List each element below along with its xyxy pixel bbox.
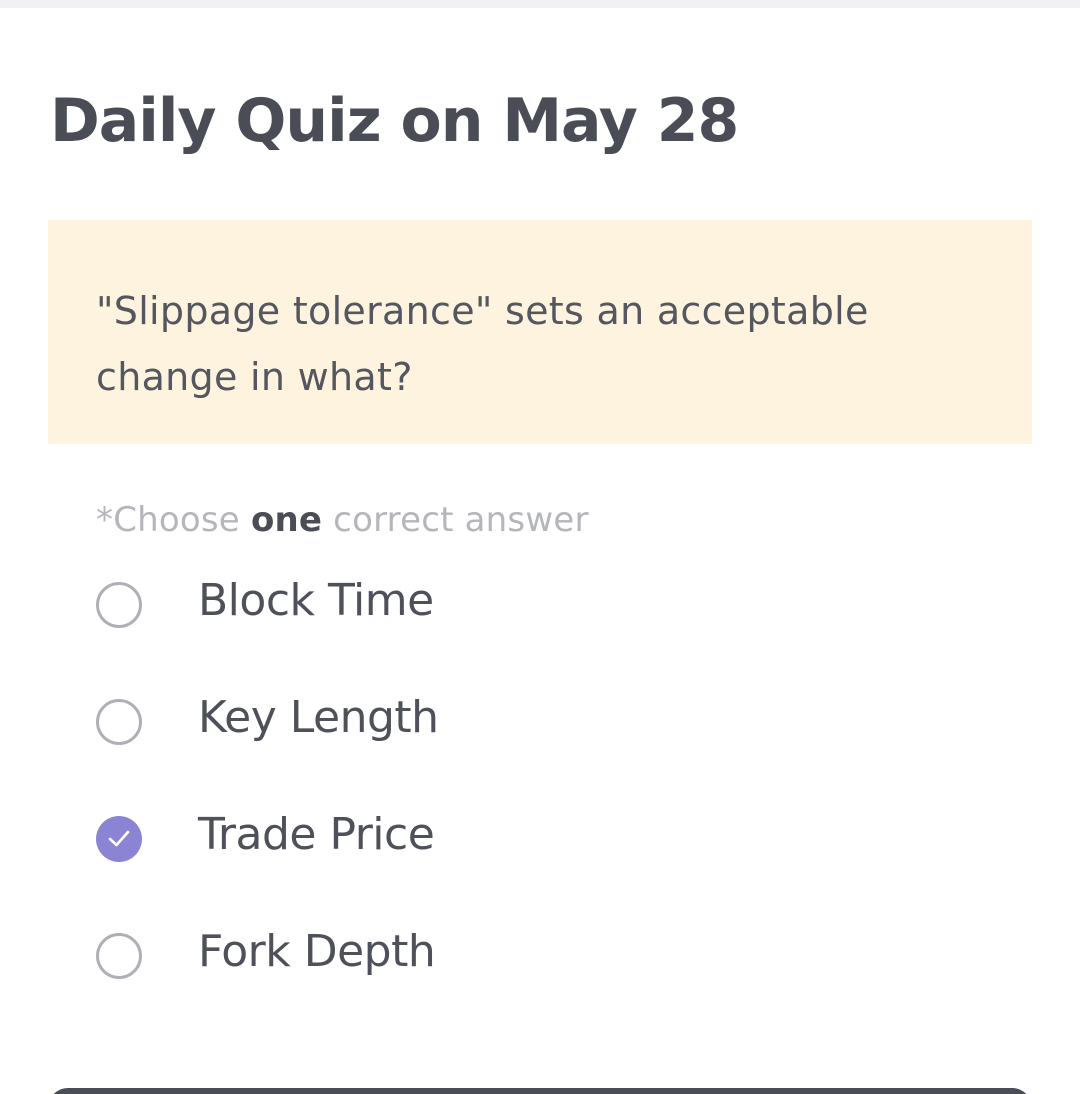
- page-title: Daily Quiz on May 28: [50, 86, 739, 156]
- check-icon: [108, 830, 130, 847]
- submit-button[interactable]: [48, 1088, 1032, 1094]
- option-trade-price[interactable]: Trade Price: [96, 799, 996, 916]
- question-card: "Slippage tolerance" sets an acceptable …: [48, 220, 1032, 444]
- option-label: Trade Price: [198, 809, 435, 860]
- instruction-emphasis: one: [250, 500, 323, 540]
- instruction-suffix: correct answer: [322, 500, 589, 540]
- option-key-length[interactable]: Key Length: [96, 682, 996, 799]
- quiz-page: Daily Quiz on May 28 "Slippage tolerance…: [0, 0, 1080, 1094]
- option-block-time[interactable]: Block Time: [96, 565, 996, 682]
- radio-button-selected[interactable]: [96, 816, 142, 862]
- answer-instruction: *Choose one correct answer: [96, 500, 589, 540]
- answer-options: Block Time Key Length Trade Price Fork D…: [96, 565, 996, 1033]
- radio-button[interactable]: [96, 582, 142, 628]
- option-fork-depth[interactable]: Fork Depth: [96, 916, 996, 1033]
- top-divider: [0, 0, 1080, 8]
- radio-button[interactable]: [96, 699, 142, 745]
- option-label: Key Length: [198, 692, 439, 743]
- radio-button[interactable]: [96, 933, 142, 979]
- option-label: Fork Depth: [198, 926, 436, 977]
- question-text: "Slippage tolerance" sets an acceptable …: [96, 289, 869, 399]
- instruction-prefix: *Choose: [96, 500, 251, 540]
- option-label: Block Time: [198, 575, 434, 626]
